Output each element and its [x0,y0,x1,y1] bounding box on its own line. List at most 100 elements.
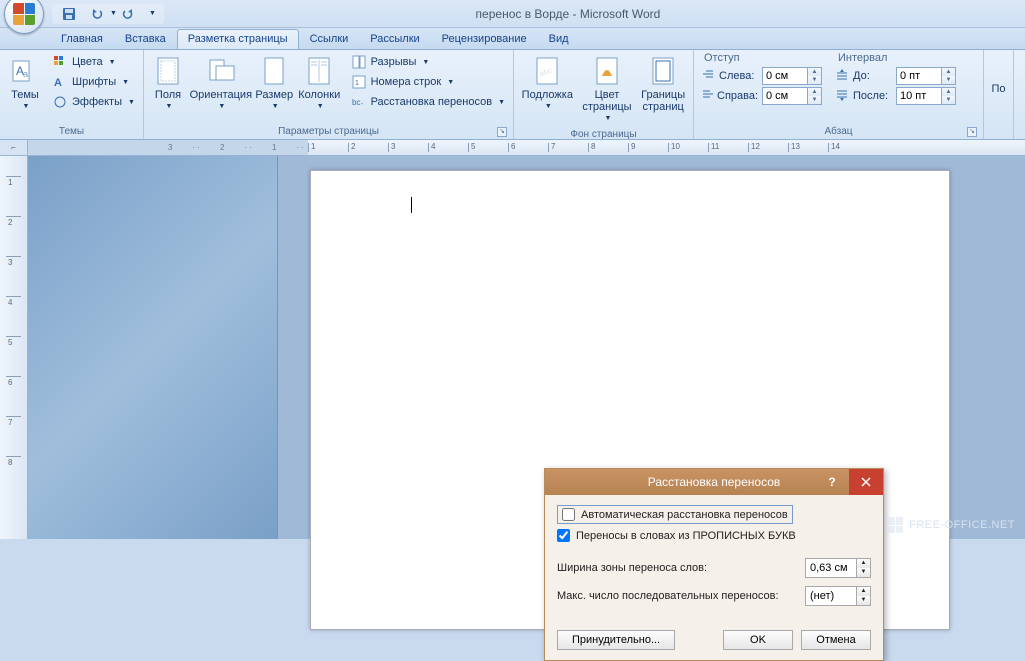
horizontal-ruler[interactable]: 3 · · 2 · · 1 · · 1234567891011121314 [28,140,1025,156]
navigation-pane[interactable] [28,156,278,539]
auto-hyphenation-checkbox[interactable]: Автоматическая расстановка переносов [557,505,793,524]
spin-down-icon[interactable]: ▼ [857,596,870,605]
tab-insert[interactable]: Вставка [114,29,177,49]
qat-redo-button[interactable] [119,5,137,23]
ruler-corner[interactable]: ⌐ [0,140,28,156]
spin-up-icon[interactable]: ▲ [808,68,821,76]
spin-down-icon[interactable]: ▼ [942,76,955,84]
themes-icon: Aa [9,55,41,87]
effects-icon [52,94,68,110]
zone-input[interactable] [806,559,856,577]
breaks-button[interactable]: Разрывы▼ [347,52,509,72]
tab-page-layout[interactable]: Разметка страницы [177,29,299,49]
spin-down-icon[interactable]: ▼ [808,96,821,104]
ruler-neg-tick: 2 [220,143,224,152]
indent-left-input[interactable] [763,68,807,84]
indent-right-icon [702,89,714,103]
max-spinner[interactable]: ▲▼ [805,586,871,606]
spin-down-icon[interactable]: ▼ [857,568,870,577]
line-numbers-icon: 1 [351,74,367,90]
title-bar: ▼ ▼ перенос в Ворде - Microsoft Word [0,0,1025,28]
dialog-titlebar[interactable]: Расстановка переносов ? [545,469,883,495]
vertical-ruler[interactable]: 12345678 [0,156,28,539]
orientation-icon [205,55,237,87]
svg-text:1: 1 [355,80,359,87]
qat-save-button[interactable] [60,5,78,23]
spin-down-icon[interactable]: ▼ [808,76,821,84]
colors-label: Цвета [72,56,103,68]
ribbon-tabs: Главная Вставка Разметка страницы Ссылки… [0,28,1025,50]
spin-up-icon[interactable]: ▲ [857,559,870,568]
fonts-icon: A [52,74,68,90]
breaks-label: Разрывы [371,56,417,68]
svg-text:-: - [361,101,364,108]
caps-hyphenation-input[interactable] [557,529,570,542]
paragraph-launcher[interactable]: ↘ [967,127,977,137]
line-numbers-button[interactable]: 1 Номера строк▼ [347,72,509,92]
auto-hyphenation-input[interactable] [562,508,575,521]
size-button[interactable]: Размер▼ [254,52,295,116]
space-after-spinner[interactable]: ▲▼ [896,87,956,105]
space-before-spinner[interactable]: ▲▼ [896,67,956,85]
spin-up-icon[interactable]: ▲ [808,88,821,96]
svg-text:a: a [23,69,28,79]
indent-right-input[interactable] [763,88,807,104]
group-page-setup: Поля▼ Ориентация▼ Размер▼ Колонки▼ Разры… [144,50,514,139]
spin-up-icon[interactable]: ▲ [942,68,955,76]
max-input[interactable] [806,587,856,605]
theme-colors-button[interactable]: Цвета▼ [48,52,139,72]
space-after-input[interactable] [897,88,941,104]
columns-button[interactable]: Колонки▼ [297,52,342,116]
tab-view[interactable]: Вид [538,29,580,49]
orientation-button[interactable]: Ориентация▼ [190,52,252,116]
page-color-button[interactable]: Цвет страницы▼ [579,52,636,128]
indent-right-spinner[interactable]: ▲▼ [762,87,822,105]
qat-customize-dropdown[interactable]: ▼ [149,10,156,17]
windows-icon [887,517,903,533]
watermark-button[interactable]: abc Подложка▼ [518,52,577,116]
spin-up-icon[interactable]: ▲ [857,587,870,596]
group-themes: Aa Темы ▼ Цвета▼ A Шрифты▼ Эффекты▼ [0,50,144,139]
indent-header: Отступ [702,52,822,66]
tab-home[interactable]: Главная [50,29,114,49]
qat-undo-button[interactable] [88,5,106,23]
margins-button[interactable]: Поля▼ [148,52,188,116]
page-color-icon [591,55,623,87]
hyphenation-button[interactable]: bc- Расстановка переносов▼ [347,92,509,112]
indent-left-spinner[interactable]: ▲▼ [762,67,822,85]
redo-icon [121,7,135,21]
group-arrange-overflow: По [984,50,1014,139]
force-button[interactable]: Принудительно... [557,630,675,650]
indent-left-icon [702,69,716,83]
page-setup-launcher[interactable]: ↘ [497,127,507,137]
spin-up-icon[interactable]: ▲ [942,88,955,96]
dialog-close-button[interactable] [849,469,883,495]
page-borders-button[interactable]: Границы страниц [637,52,689,116]
theme-effects-button[interactable]: Эффекты▼ [48,92,139,112]
watermark-label: Подложка [522,89,573,101]
hyphenation-label: Расстановка переносов [371,96,492,108]
zone-spinner[interactable]: ▲▼ [805,558,871,578]
tab-references[interactable]: Ссылки [299,29,360,49]
ruler-neg-tick: 3 [168,143,172,152]
zone-label: Ширина зоны переноса слов: [557,562,707,574]
tab-review[interactable]: Рецензирование [431,29,538,49]
columns-icon [303,55,335,87]
document-area: ⌐ 3 · · 2 · · 1 · · 1234567891011121314 … [0,140,1025,539]
space-before-input[interactable] [897,68,941,84]
themes-button[interactable]: Aa Темы ▼ [4,52,46,116]
undo-dropdown-icon[interactable]: ▼ [110,10,117,17]
dialog-help-button[interactable]: ? [817,469,847,495]
svg-text:bc: bc [352,98,360,107]
caps-hyphenation-checkbox[interactable]: Переносы в словах из ПРОПИСНЫХ БУКВ [557,527,871,544]
margins-icon [152,55,184,87]
space-before-label: До: [853,70,870,82]
ok-button[interactable]: OK [723,630,793,650]
group-paragraph: Отступ Слева: ▲▼ Справа: ▲▼ Интервал До:… [694,50,984,139]
close-icon [861,477,871,487]
cancel-button[interactable]: Отмена [801,630,871,650]
spin-down-icon[interactable]: ▼ [942,96,955,104]
theme-fonts-button[interactable]: A Шрифты▼ [48,72,139,92]
colors-icon [52,54,68,70]
tab-mailings[interactable]: Рассылки [359,29,430,49]
